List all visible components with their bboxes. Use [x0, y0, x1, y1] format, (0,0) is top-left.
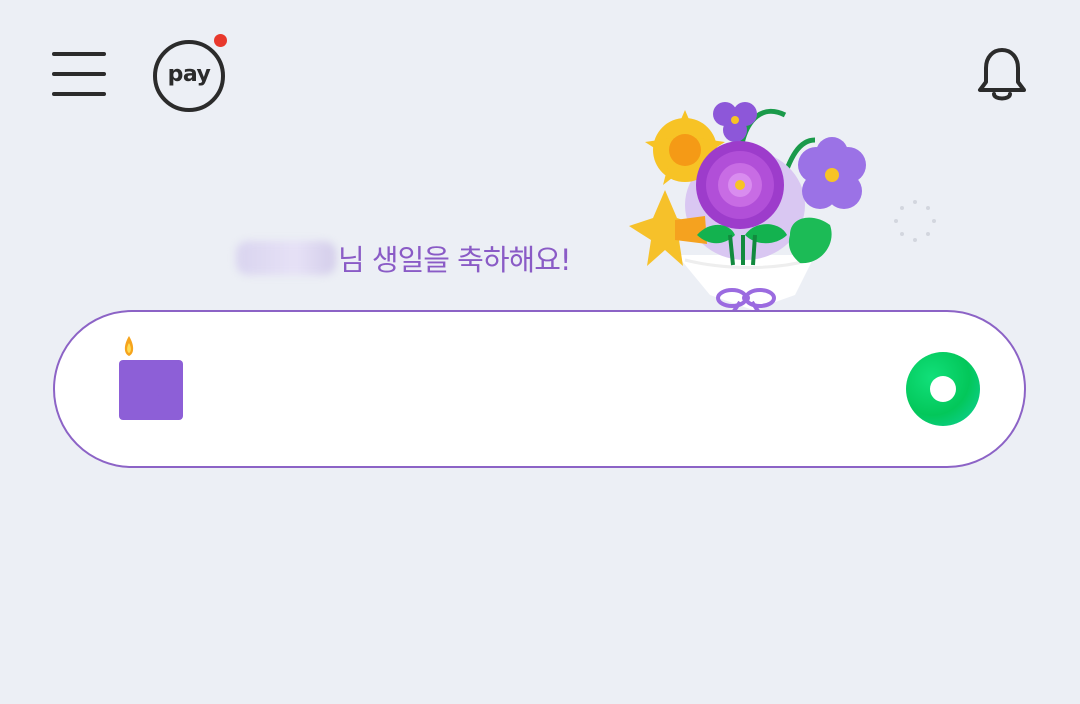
green-dot-button[interactable]	[906, 352, 980, 426]
menu-button[interactable]	[50, 50, 108, 98]
blurred-username	[236, 241, 336, 275]
search-bar[interactable]	[53, 310, 1026, 468]
menu-line	[52, 72, 106, 76]
bell-icon	[978, 48, 1026, 101]
birthday-greeting: 님 생일을 축하해요!	[236, 236, 572, 280]
menu-line	[52, 52, 106, 56]
flower-bouquet-icon	[629, 102, 866, 315]
notification-dot	[214, 34, 227, 47]
pay-label: pay	[167, 62, 211, 87]
search-input[interactable]	[205, 352, 889, 428]
green-dot-icon	[930, 376, 956, 402]
menu-line	[52, 92, 106, 96]
pay-icon: pay	[153, 40, 225, 112]
pay-button[interactable]: pay	[153, 34, 227, 112]
greeting-text: 님 생일을 축하해요!	[338, 243, 572, 277]
sparkle-icon	[894, 200, 936, 242]
notifications-button[interactable]	[972, 44, 1032, 106]
naver-birthday-candle-logo-icon[interactable]	[117, 334, 187, 424]
